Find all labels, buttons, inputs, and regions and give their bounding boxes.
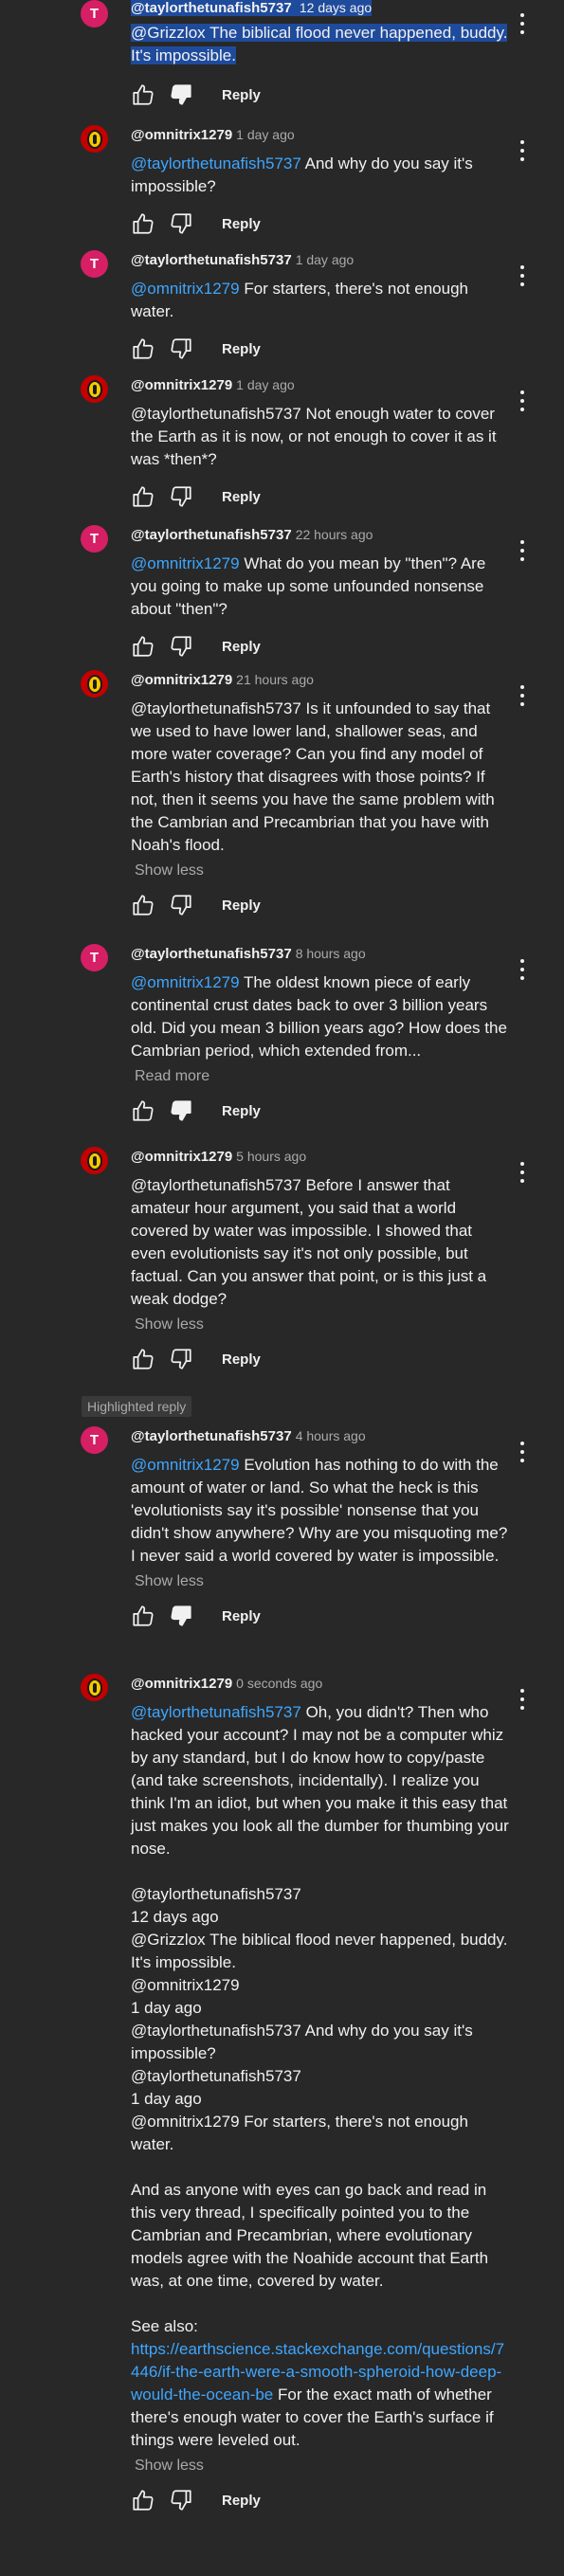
like-icon[interactable] xyxy=(131,336,155,361)
avatar[interactable]: T xyxy=(81,525,108,553)
reply-button[interactable]: Reply xyxy=(222,2493,261,2509)
comment-author[interactable]: @omnitrix1279 xyxy=(131,1149,232,1165)
comment-text: @taylorthetunafish5737 Before I answer t… xyxy=(131,1176,487,1308)
comment-time[interactable]: 21 hours ago xyxy=(236,672,314,687)
comment-author[interactable]: @taylorthetunafish5737 xyxy=(131,0,292,16)
reply-button[interactable]: Reply xyxy=(222,1351,261,1368)
dislike-icon[interactable] xyxy=(169,2488,193,2513)
mention-link[interactable]: @taylorthetunafish5737 xyxy=(131,154,301,172)
dislike-icon[interactable] xyxy=(169,1098,193,1123)
more-options-icon[interactable] xyxy=(519,138,526,163)
dislike-icon[interactable] xyxy=(169,1347,193,1371)
reply-button[interactable]: Reply xyxy=(222,1103,261,1119)
reply-button[interactable]: Reply xyxy=(222,898,261,914)
dislike-icon[interactable] xyxy=(169,634,193,659)
avatar[interactable] xyxy=(81,670,108,698)
comment-time[interactable]: 22 hours ago xyxy=(296,527,373,542)
more-options-icon[interactable] xyxy=(519,1440,526,1464)
comment-time[interactable]: 1 day ago xyxy=(236,377,295,392)
more-options-icon[interactable] xyxy=(519,957,526,982)
comment-text: @Grizzlox The biblical flood never happe… xyxy=(131,24,508,64)
read-more-button[interactable]: Read more xyxy=(135,1068,510,1085)
comment-text: @taylorthetunafish5737 Not enough water … xyxy=(131,405,497,468)
avatar[interactable]: T xyxy=(81,0,108,27)
comment-author[interactable]: @taylorthetunafish5737 xyxy=(131,946,292,962)
like-icon[interactable] xyxy=(131,1098,155,1123)
comment-author[interactable]: @omnitrix1279 xyxy=(131,377,232,393)
comment-text: @omnitrix1279 For starters, there's not … xyxy=(131,280,468,320)
comment-author[interactable]: @taylorthetunafish5737 xyxy=(131,527,292,543)
reply-button[interactable]: Reply xyxy=(222,639,261,655)
like-icon[interactable] xyxy=(131,484,155,509)
comment-time[interactable]: 5 hours ago xyxy=(236,1149,306,1164)
reply-button[interactable]: Reply xyxy=(222,489,261,505)
avatar[interactable] xyxy=(81,1147,108,1174)
comment-text: @taylorthetunafish5737 Is it unfounded t… xyxy=(131,699,495,854)
like-icon[interactable] xyxy=(131,82,155,107)
dislike-icon[interactable] xyxy=(169,82,193,107)
comment-author[interactable]: @omnitrix1279 xyxy=(131,672,232,688)
comment-author[interactable]: @omnitrix1279 xyxy=(131,1676,232,1692)
comment-time[interactable]: 1 day ago xyxy=(296,252,355,267)
more-options-icon[interactable] xyxy=(519,538,526,563)
show-less-button[interactable]: Show less xyxy=(135,1316,510,1333)
like-icon[interactable] xyxy=(131,1604,155,1628)
comment-text: @omnitrix1279 Evolution has nothing to d… xyxy=(131,1456,508,1565)
comment-time[interactable]: 1 day ago xyxy=(236,127,295,142)
comment-text: @omnitrix1279 What do you mean by "then"… xyxy=(131,554,486,618)
comment-time[interactable]: 0 seconds ago xyxy=(236,1676,322,1691)
dislike-icon[interactable] xyxy=(169,1604,193,1628)
mention-link[interactable]: @omnitrix1279 xyxy=(131,973,240,991)
reply-button[interactable]: Reply xyxy=(222,87,261,103)
like-icon[interactable] xyxy=(131,893,155,917)
more-options-icon[interactable] xyxy=(519,683,526,708)
mention-link[interactable]: @omnitrix1279 xyxy=(131,280,240,298)
reply-button[interactable]: Reply xyxy=(222,216,261,232)
comment-author[interactable]: @taylorthetunafish5737 xyxy=(131,252,292,268)
more-options-icon[interactable] xyxy=(519,11,526,36)
mention-link[interactable]: @omnitrix1279 xyxy=(131,1456,240,1474)
avatar[interactable]: T xyxy=(81,944,108,971)
comment-author[interactable]: @omnitrix1279 xyxy=(131,127,232,143)
mention-link[interactable]: @omnitrix1279 xyxy=(131,554,240,572)
more-options-icon[interactable] xyxy=(519,1687,526,1712)
comment-text: @taylorthetunafish5737 And why do you sa… xyxy=(131,154,473,195)
dislike-icon[interactable] xyxy=(169,893,193,917)
more-options-icon[interactable] xyxy=(519,1160,526,1185)
comment-text: @taylorthetunafish5737 Oh, you didn't? T… xyxy=(131,1703,509,2449)
reply-button[interactable]: Reply xyxy=(222,1608,261,1624)
like-icon[interactable] xyxy=(131,634,155,659)
avatar[interactable] xyxy=(81,1674,108,1701)
dislike-icon[interactable] xyxy=(169,211,193,236)
show-less-button[interactable]: Show less xyxy=(135,1573,510,1590)
comment-time[interactable]: 4 hours ago xyxy=(296,1428,366,1443)
like-icon[interactable] xyxy=(131,211,155,236)
comment-time[interactable]: 8 hours ago xyxy=(296,946,366,961)
more-options-icon[interactable] xyxy=(519,263,526,288)
reply-button[interactable]: Reply xyxy=(222,341,261,357)
dislike-icon[interactable] xyxy=(169,336,193,361)
show-less-button[interactable]: Show less xyxy=(135,2458,510,2475)
like-icon[interactable] xyxy=(131,1347,155,1371)
dislike-icon[interactable] xyxy=(169,484,193,509)
avatar[interactable] xyxy=(81,375,108,403)
more-options-icon[interactable] xyxy=(519,389,526,413)
like-icon[interactable] xyxy=(131,2488,155,2513)
avatar[interactable]: T xyxy=(81,1426,108,1454)
comment-time[interactable]: 12 days ago xyxy=(300,0,372,15)
comment-author[interactable]: @taylorthetunafish5737 xyxy=(131,1428,292,1444)
highlighted-reply-badge: Highlighted reply xyxy=(82,1396,192,1417)
mention-link[interactable]: @taylorthetunafish5737 xyxy=(131,1703,301,1721)
show-less-button[interactable]: Show less xyxy=(135,862,510,880)
avatar[interactable]: T xyxy=(81,250,108,278)
comment-text: @omnitrix1279 The oldest known piece of … xyxy=(131,973,507,1060)
avatar[interactable] xyxy=(81,125,108,153)
